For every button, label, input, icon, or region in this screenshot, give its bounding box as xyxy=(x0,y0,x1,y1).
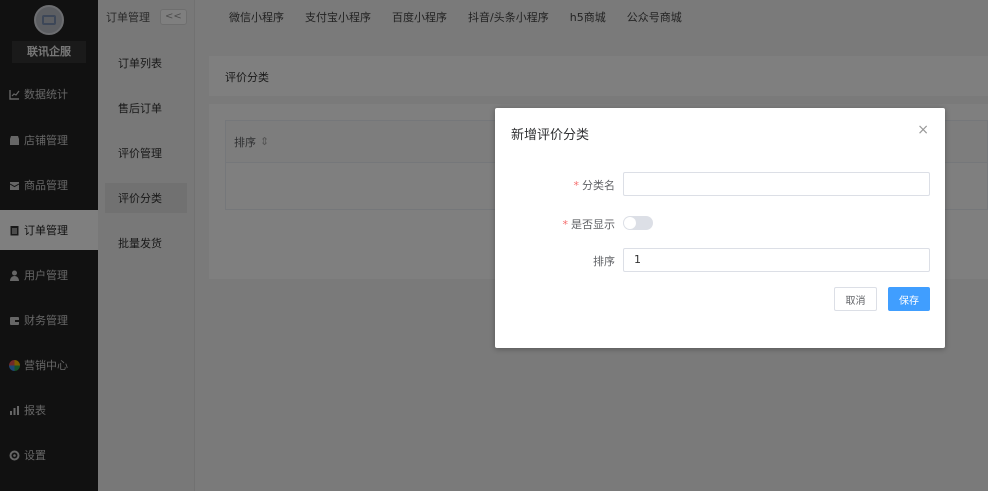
required-mark: * xyxy=(562,218,569,231)
visible-label: * 是否显示 xyxy=(495,216,616,232)
visible-toggle[interactable] xyxy=(623,216,653,230)
toggle-knob xyxy=(624,217,636,229)
close-icon[interactable]: × xyxy=(917,122,929,138)
category-name-label-text: 分类名 xyxy=(582,179,615,192)
cancel-button[interactable]: 取消 xyxy=(834,287,877,311)
sort-label: 排序 xyxy=(593,255,615,268)
save-button[interactable]: 保存 xyxy=(888,287,930,311)
category-name-input[interactable] xyxy=(623,172,930,196)
add-review-category-dialog: 新增评价分类 × * 分类名 * 是否显示 排序 1 取消 保存 xyxy=(495,108,945,348)
required-mark: * xyxy=(573,179,580,192)
sort-input[interactable]: 1 xyxy=(623,248,930,272)
visible-label-text: 是否显示 xyxy=(571,218,615,231)
dialog-title: 新增评价分类 xyxy=(511,128,590,143)
category-name-label: * 分类名 xyxy=(495,177,616,193)
